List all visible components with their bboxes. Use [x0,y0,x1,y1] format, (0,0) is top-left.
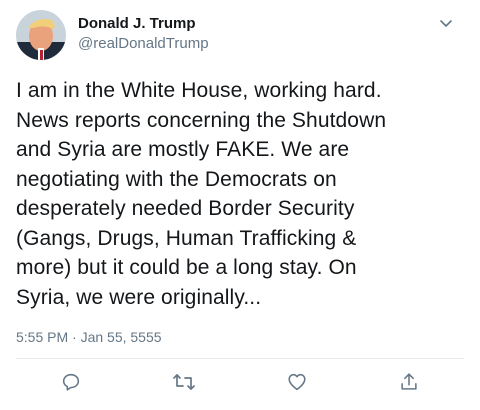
display-name[interactable]: Donald J. Trump [78,15,209,33]
tweet-timestamp[interactable]: 5:55 PM · Jan 55, 5555 [16,328,162,346]
divider [16,358,464,359]
tweet-text: I am in the White House, working hard. N… [16,79,387,309]
reply-icon [60,371,82,393]
user-handle[interactable]: @realDonaldTrump [78,35,209,53]
heart-icon [286,371,308,393]
share-icon [398,371,420,393]
avatar[interactable] [16,10,66,60]
tweet-card: Donald J. Trump @realDonaldTrump I am in… [0,0,480,410]
tweet-header: Donald J. Trump @realDonaldTrump [16,10,464,66]
retweet-icon [172,371,196,393]
tweet-actions [0,370,480,400]
retweet-button[interactable] [172,370,196,394]
like-button[interactable] [285,370,309,394]
chevron-down-icon[interactable] [436,14,456,34]
author-names: Donald J. Trump @realDonaldTrump [78,15,209,53]
reply-button[interactable] [59,370,83,394]
share-button[interactable] [397,370,421,394]
